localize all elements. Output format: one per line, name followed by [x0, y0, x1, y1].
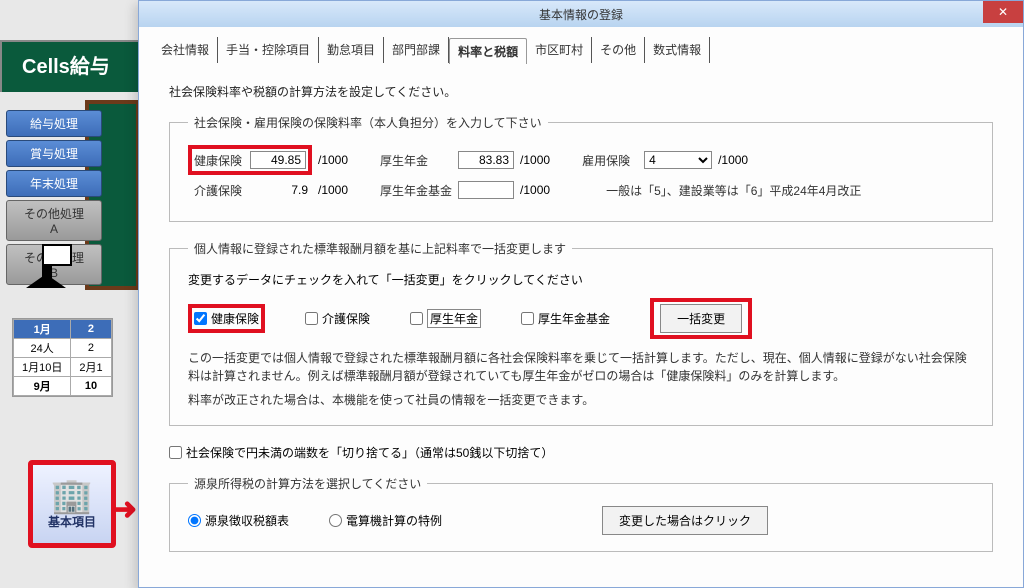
- chk-kaigo[interactable]: 介護保険: [305, 310, 370, 327]
- dialog-close-button[interactable]: ✕: [983, 1, 1023, 23]
- kousei-label: 厚生年金: [380, 152, 452, 169]
- insurance-rates-group: 社会保険・雇用保険の保険料率（本人負担分）を入力して下さい 健康保険 /1000…: [169, 114, 993, 222]
- tab-company[interactable]: 会社情報: [153, 37, 218, 63]
- batch-legend: 個人情報に登録された標準報酬月額を基に上記料率で一括変更します: [188, 240, 572, 257]
- per1000-4: /1000: [318, 183, 348, 197]
- chk-kaigo-label: 介護保険: [322, 310, 370, 327]
- bg-mini-table: 1月2 24人2 1月10日2月1 9月10: [12, 318, 113, 397]
- per1000-1: /1000: [318, 153, 348, 167]
- radio-densan[interactable]: 電算機計算の特例: [329, 512, 442, 529]
- chk-kousei-label: 厚生年金: [427, 309, 481, 328]
- radio-gensen-label: 源泉徴収税額表: [205, 512, 289, 529]
- bg-btn-nenmatsu[interactable]: 年末処理: [6, 170, 102, 197]
- kenpo-label: 健康保険: [194, 152, 250, 169]
- bg-btn-kyuyo[interactable]: 給与処理: [6, 110, 102, 137]
- chk-kousei[interactable]: 厚生年金: [410, 309, 481, 328]
- radio-densan-label: 電算機計算の特例: [346, 512, 442, 529]
- tab-dept[interactable]: 部門部課: [384, 37, 449, 63]
- chk-kikin-label: 厚生年金基金: [538, 310, 610, 327]
- chk-rounding-label: 社会保険で円未満の端数を「切り捨てる」（通常は50銭以下切捨て）: [186, 444, 553, 461]
- batch-desc-1: この一括変更では個人情報で登録された標準報酬月額に各社会保険料率を乗じて一括計算…: [188, 349, 974, 385]
- basic-info-dialog: 基本情報の登録 ✕ 会社情報 手当・控除項目 勤怠項目 部門部課 料率と税額 市…: [138, 0, 1024, 588]
- tax-legend: 源泉所得税の計算方法を選択してください: [188, 475, 427, 492]
- bg-btn-other-a[interactable]: その他処理A: [6, 200, 102, 241]
- batch-desc-2: 料率が改正された場合は、本機能を使って社員の情報を一括変更できます。: [188, 391, 974, 409]
- chk-kikin[interactable]: 厚生年金基金: [521, 310, 610, 327]
- per1000-2: /1000: [520, 153, 550, 167]
- batch-change-group: 個人情報に登録された標準報酬月額を基に上記料率で一括変更します 変更するデータに…: [169, 240, 993, 426]
- kaigo-input[interactable]: [256, 181, 312, 199]
- bg-btn-shoyo[interactable]: 賞与処理: [6, 140, 102, 167]
- batch-instruction: 変更するデータにチェックを入れて「一括変更」をクリックしてください: [188, 271, 974, 288]
- bg-basic-item-label: 基本項目: [48, 513, 96, 530]
- building-icon: 🏢: [51, 479, 93, 513]
- dialog-title-bar: 基本情報の登録 ✕: [139, 1, 1023, 27]
- chk-rounding[interactable]: 社会保険で円未満の端数を「切り捨てる」（通常は50銭以下切捨て）: [169, 444, 553, 461]
- radio-gensen[interactable]: 源泉徴収税額表: [188, 512, 289, 529]
- koyou-select[interactable]: 4: [644, 151, 712, 169]
- kousei-input[interactable]: [458, 151, 514, 169]
- chk-rounding-box[interactable]: [169, 446, 182, 459]
- dialog-tabs: 会社情報 手当・控除項目 勤怠項目 部門部課 料率と税額 市区町村 その他 数式…: [139, 27, 1023, 63]
- chk-kenpo[interactable]: 健康保険: [194, 310, 259, 327]
- kaigo-label: 介護保険: [194, 182, 250, 199]
- chk-kousei-box[interactable]: [410, 312, 423, 325]
- bg-basic-item-button[interactable]: 🏢 基本項目: [28, 460, 116, 548]
- tab-allowance[interactable]: 手当・控除項目: [218, 37, 319, 63]
- insurance-rates-legend: 社会保険・雇用保険の保険料率（本人負担分）を入力して下さい: [188, 114, 548, 131]
- arrow-icon: ➜: [112, 492, 137, 527]
- radio-gensen-input[interactable]: [188, 514, 201, 527]
- dialog-title: 基本情報の登録: [539, 6, 623, 23]
- bg-slide-image: [18, 244, 72, 290]
- per1000-5: /1000: [520, 183, 550, 197]
- close-icon: ✕: [998, 5, 1008, 19]
- tab-kintai[interactable]: 勤怠項目: [319, 37, 384, 63]
- tab-city[interactable]: 市区町村: [527, 37, 592, 63]
- tax-method-group: 源泉所得税の計算方法を選択してください 源泉徴収税額表 電算機計算の特例 変更し…: [169, 475, 993, 552]
- radio-densan-input[interactable]: [329, 514, 342, 527]
- tab-rate-tax[interactable]: 料率と税額: [449, 38, 527, 64]
- chk-kenpo-box[interactable]: [194, 312, 207, 325]
- page-instruction: 社会保険料率や税額の計算方法を設定してください。: [169, 83, 993, 100]
- kikin-input[interactable]: [458, 181, 514, 199]
- koyou-note: 一般は「5」、建設業等は「6」平成24年4月改正: [606, 182, 861, 199]
- batch-change-button[interactable]: 一括変更: [660, 304, 742, 333]
- kikin-label: 厚生年金基金: [380, 182, 452, 199]
- tab-other[interactable]: その他: [592, 37, 645, 63]
- per1000-3: /1000: [718, 153, 748, 167]
- chk-kenpo-label: 健康保険: [211, 310, 259, 327]
- koyou-label: 雇用保険: [582, 152, 638, 169]
- chk-kaigo-box[interactable]: [305, 312, 318, 325]
- kenpo-input[interactable]: [250, 151, 306, 169]
- tab-formula[interactable]: 数式情報: [645, 37, 710, 63]
- chk-kikin-box[interactable]: [521, 312, 534, 325]
- tax-changed-button[interactable]: 変更した場合はクリック: [602, 506, 768, 535]
